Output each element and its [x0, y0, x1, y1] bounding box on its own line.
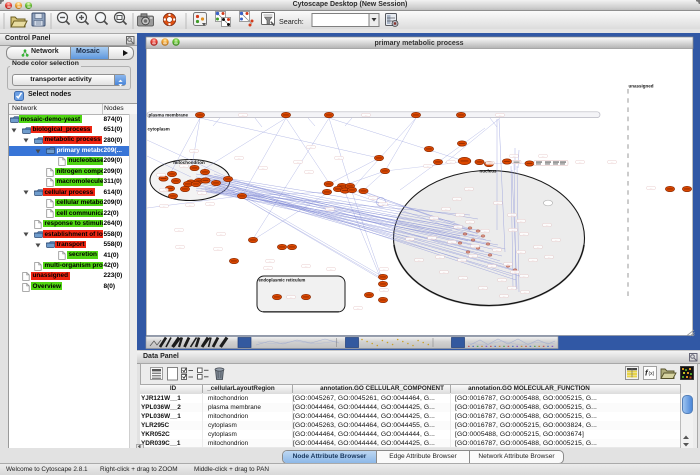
- svg-text:···: ···: [579, 160, 582, 164]
- svg-text:primary metabolic process: primary metabolic process: [374, 40, 463, 47]
- svg-text:cytoplasm: cytoplasm: [148, 127, 170, 132]
- svg-text:···: ···: [443, 270, 446, 274]
- svg-text:···: ···: [474, 244, 477, 248]
- svg-text:···: ···: [290, 295, 293, 299]
- svg-text:···: ···: [383, 267, 386, 271]
- svg-text:···: ···: [427, 164, 430, 168]
- svg-text:···: ···: [372, 196, 375, 200]
- svg-text:···: ···: [305, 264, 308, 268]
- svg-text:···: ···: [310, 145, 313, 149]
- svg-text:···: ···: [217, 247, 220, 251]
- svg-text:···: ···: [650, 186, 653, 190]
- svg-text:···: ···: [457, 225, 460, 229]
- svg-text:···: ···: [160, 173, 163, 177]
- svg-text:···: ···: [555, 238, 558, 242]
- svg-text:···: ···: [330, 267, 333, 271]
- svg-text:···: ···: [462, 276, 465, 280]
- svg-text:···: ···: [178, 228, 181, 232]
- svg-text:···: ···: [469, 220, 472, 224]
- svg-text:···: ···: [163, 188, 166, 192]
- svg-text:endoplasmic reticulum: endoplasmic reticulum: [259, 278, 306, 283]
- svg-text:···: ···: [163, 204, 166, 208]
- svg-text:···: ···: [179, 245, 182, 249]
- svg-text:plasma membrane: plasma membrane: [149, 112, 189, 117]
- svg-text:···: ···: [365, 113, 368, 117]
- svg-text:···: ···: [511, 286, 514, 290]
- svg-text:···: ···: [269, 259, 272, 263]
- svg-text:···: ···: [496, 248, 499, 252]
- svg-text:···: ···: [382, 202, 385, 206]
- svg-text:···: ···: [461, 258, 464, 262]
- svg-text:···: ···: [329, 207, 332, 211]
- svg-text:···: ···: [611, 160, 614, 164]
- svg-text:···: ···: [409, 237, 412, 241]
- svg-text:···: ···: [523, 274, 526, 278]
- svg-text:···: ···: [491, 264, 494, 268]
- svg-text:···: ···: [489, 161, 492, 165]
- svg-text:···: ···: [512, 228, 515, 232]
- svg-text:···: ···: [472, 254, 475, 258]
- svg-text:···: ···: [220, 232, 223, 236]
- svg-text:···: ···: [308, 170, 311, 174]
- svg-text:···: ···: [201, 191, 204, 195]
- svg-text:···: ···: [383, 288, 386, 292]
- svg-text:···: ···: [445, 207, 448, 211]
- svg-text:···: ···: [262, 166, 265, 170]
- svg-text:···: ···: [297, 160, 300, 164]
- svg-text:···: ···: [439, 255, 442, 259]
- svg-text:···: ···: [537, 245, 540, 249]
- svg-text:···: ···: [433, 216, 436, 220]
- svg-text:nucleus: nucleus: [479, 169, 497, 174]
- svg-text:···: ···: [503, 294, 506, 298]
- svg-text:···: ···: [523, 232, 526, 236]
- svg-text:mitochondrion: mitochondrion: [173, 160, 205, 165]
- svg-text:Search:: Search:: [279, 17, 304, 26]
- svg-text:···: ···: [418, 258, 421, 262]
- svg-text:···: ···: [459, 213, 462, 217]
- svg-text:···: ···: [431, 236, 434, 240]
- svg-text:(x): (x): [649, 371, 655, 377]
- svg-text:···: ···: [542, 154, 545, 158]
- svg-text:···: ···: [209, 202, 212, 206]
- svg-text:···: ···: [468, 187, 471, 191]
- svg-text:···: ···: [514, 270, 517, 274]
- svg-text:···: ···: [497, 201, 500, 205]
- svg-text:···: ···: [338, 156, 341, 160]
- svg-text:···: ···: [507, 262, 510, 266]
- svg-text:···: ···: [548, 255, 551, 259]
- svg-text:···: ···: [546, 223, 549, 227]
- svg-text:···: ···: [501, 278, 504, 282]
- svg-text:···: ···: [520, 250, 523, 254]
- svg-text:···: ···: [524, 290, 527, 294]
- svg-text:···: ···: [193, 149, 196, 153]
- svg-text:···: ···: [520, 219, 523, 223]
- svg-text:···: ···: [456, 197, 459, 201]
- svg-text:···: ···: [242, 113, 245, 117]
- svg-text:···: ···: [511, 213, 514, 217]
- svg-text:···: ···: [532, 258, 535, 262]
- svg-text:···: ···: [450, 160, 453, 164]
- svg-text:···: ···: [357, 306, 360, 310]
- svg-text:···: ···: [484, 229, 487, 233]
- svg-text:···: ···: [451, 240, 454, 244]
- svg-text:···: ···: [482, 286, 485, 290]
- svg-text:···: ···: [189, 203, 192, 207]
- svg-text:···: ···: [267, 266, 270, 270]
- svg-text:···: ···: [238, 156, 241, 160]
- svg-text:···: ···: [499, 113, 502, 117]
- svg-text:···: ···: [513, 154, 516, 158]
- svg-text:unassigned: unassigned: [629, 84, 654, 89]
